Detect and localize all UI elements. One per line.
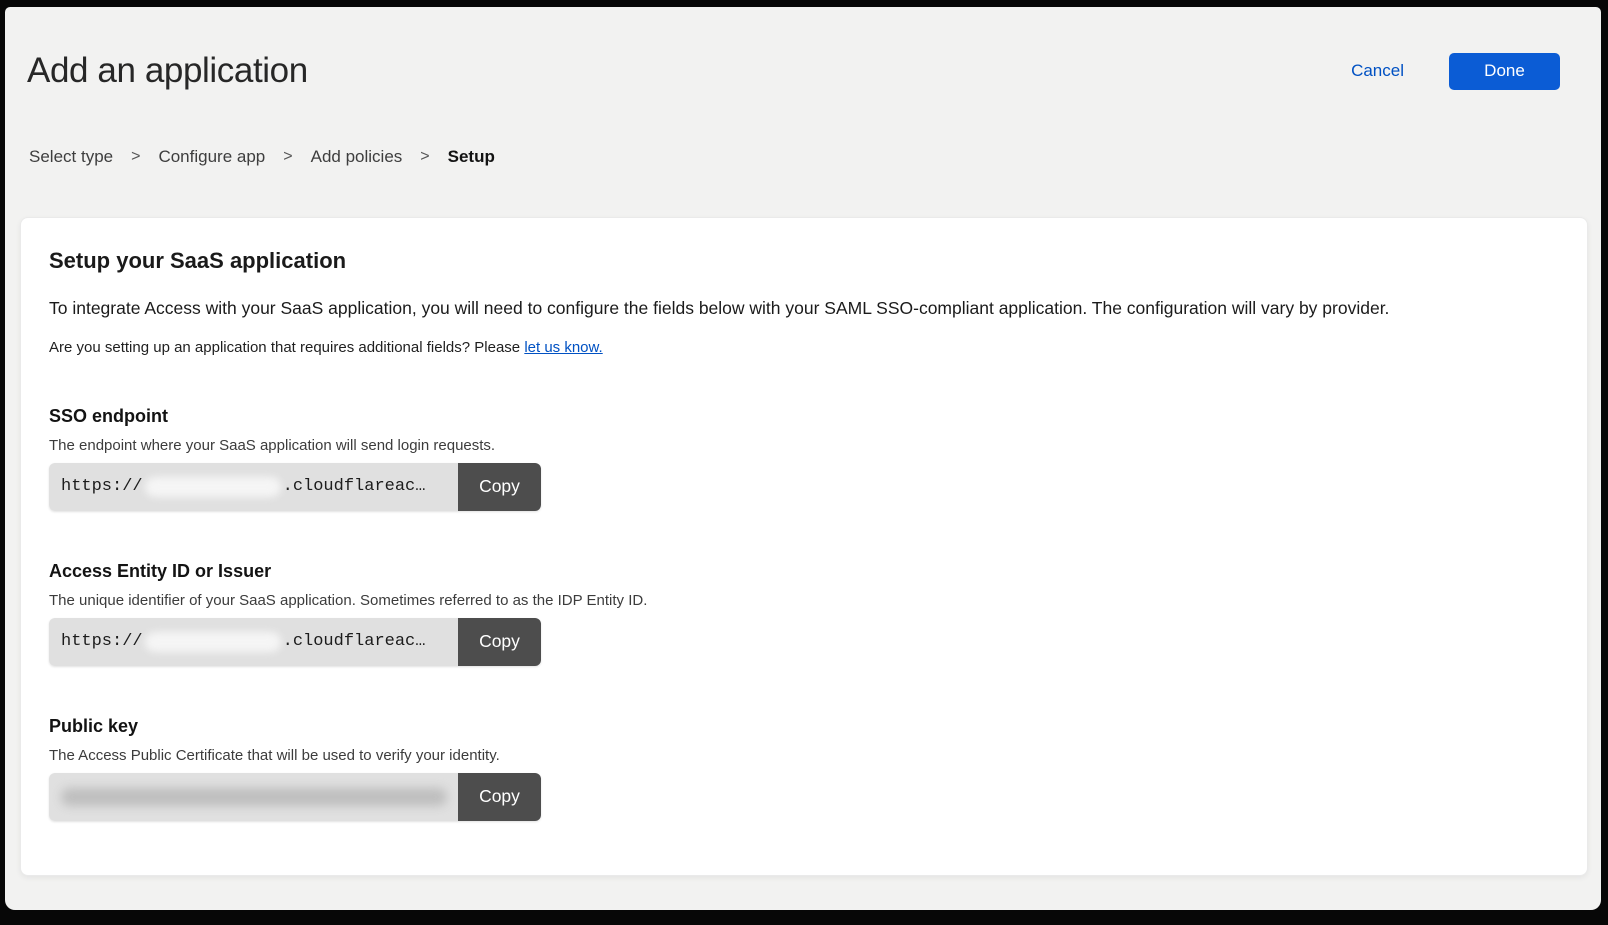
- breadcrumb-step-select-type[interactable]: Select type: [29, 147, 113, 167]
- breadcrumb: Select type > Configure app > Add polici…: [29, 147, 1601, 167]
- field-label: SSO endpoint: [49, 406, 1559, 427]
- breadcrumb-step-add-policies[interactable]: Add policies: [311, 147, 403, 167]
- note-text: Are you setting up an application that r…: [49, 339, 524, 356]
- done-button[interactable]: Done: [1449, 53, 1560, 90]
- value-suffix: .cloudflareac…: [283, 632, 426, 651]
- value-prefix: https://: [61, 477, 143, 496]
- page-title: Add an application: [27, 51, 308, 91]
- redacted-value: [61, 788, 447, 806]
- field-access-entity-id: Access Entity ID or Issuer The unique id…: [49, 561, 1559, 666]
- breadcrumb-separator: >: [283, 148, 292, 166]
- field-sso-endpoint: SSO endpoint The endpoint where your Saa…: [49, 406, 1559, 511]
- card-title: Setup your SaaS application: [49, 248, 1559, 274]
- header-actions: Cancel Done: [1351, 53, 1560, 90]
- card-note: Are you setting up an application that r…: [49, 339, 1559, 356]
- public-key-value: [49, 773, 458, 821]
- let-us-know-link[interactable]: let us know.: [524, 339, 602, 356]
- sso-endpoint-value-box: https:// .cloudflareac… Copy: [49, 463, 541, 511]
- card-intro: To integrate Access with your SaaS appli…: [49, 297, 1559, 320]
- copy-button[interactable]: Copy: [458, 773, 541, 821]
- field-description: The Access Public Certificate that will …: [49, 747, 1559, 764]
- redacted-value: [145, 477, 281, 497]
- field-public-key: Public key The Access Public Certificate…: [49, 716, 1559, 821]
- page-header: Add an application Cancel Done: [27, 51, 1560, 91]
- breadcrumb-separator: >: [420, 148, 429, 166]
- breadcrumb-step-configure-app[interactable]: Configure app: [158, 147, 265, 167]
- copy-button[interactable]: Copy: [458, 618, 541, 666]
- access-entity-id-value: https:// .cloudflareac…: [49, 618, 458, 666]
- sso-endpoint-value: https:// .cloudflareac…: [49, 463, 458, 511]
- field-label: Public key: [49, 716, 1559, 737]
- cancel-button[interactable]: Cancel: [1351, 61, 1404, 81]
- field-description: The unique identifier of your SaaS appli…: [49, 592, 1559, 609]
- public-key-value-box: Copy: [49, 773, 541, 821]
- access-entity-id-value-box: https:// .cloudflareac… Copy: [49, 618, 541, 666]
- setup-card: Setup your SaaS application To integrate…: [20, 217, 1588, 876]
- redacted-value: [145, 632, 281, 652]
- value-prefix: https://: [61, 632, 143, 651]
- field-description: The endpoint where your SaaS application…: [49, 437, 1559, 454]
- breadcrumb-step-setup[interactable]: Setup: [448, 147, 495, 167]
- page: Add an application Cancel Done Select ty…: [5, 7, 1601, 910]
- value-suffix: .cloudflareac…: [283, 477, 426, 496]
- field-label: Access Entity ID or Issuer: [49, 561, 1559, 582]
- copy-button[interactable]: Copy: [458, 463, 541, 511]
- breadcrumb-separator: >: [131, 148, 140, 166]
